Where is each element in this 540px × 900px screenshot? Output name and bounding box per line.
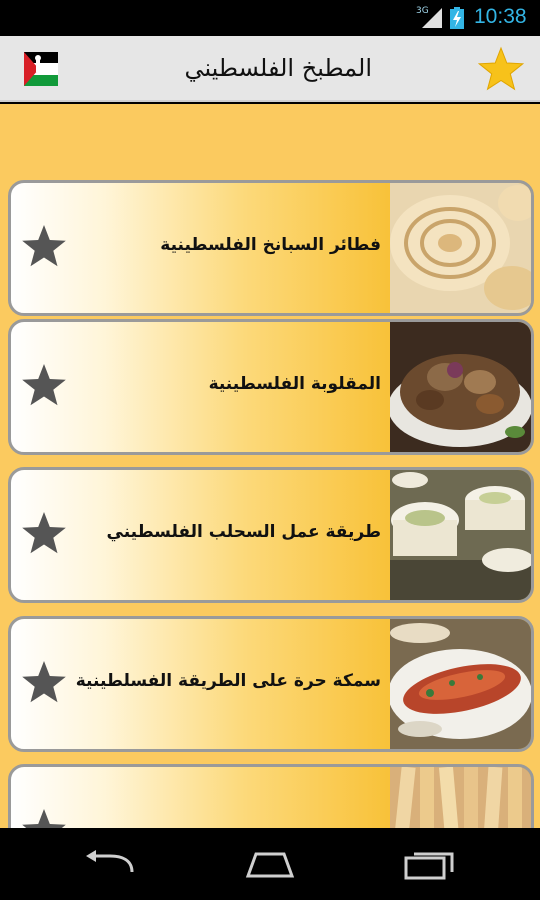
app-bar: المطبخ الفلسطيني xyxy=(0,36,540,102)
sahlab-photo xyxy=(390,470,531,600)
battery-charging-icon xyxy=(450,7,464,29)
status-bar: 3G 10:38 xyxy=(0,0,540,36)
recipe-title: طريقة عمل السحلب الفلسطيني xyxy=(106,522,381,542)
star-icon[interactable] xyxy=(21,807,67,828)
star-icon[interactable] xyxy=(21,659,67,705)
spicy-fish-photo xyxy=(390,619,531,749)
star-icon[interactable] xyxy=(21,362,67,408)
recipe-card[interactable]: فطائر السبانخ الفلسطينية xyxy=(8,180,534,316)
favorites-star-icon[interactable] xyxy=(478,46,524,92)
page-title: المطبخ الفلسطيني xyxy=(184,54,372,82)
clock: 10:38 xyxy=(474,5,527,28)
back-icon[interactable] xyxy=(82,850,138,880)
recipe-card[interactable]: سمكة حرة على الطريقة الفسلطينية xyxy=(8,616,534,752)
recipe-title: المقلوبة الفلسطينية xyxy=(208,374,381,394)
star-icon[interactable] xyxy=(21,223,67,269)
pastry-sticks-photo xyxy=(390,767,531,828)
recipe-list[interactable]: فطائر السبانخ الفلسطينية المقلوبة الفلسط… xyxy=(0,104,540,828)
recipe-title: فطائر السبانخ الفلسطينية xyxy=(160,235,381,255)
spinach-pastry-photo xyxy=(390,183,531,313)
recipe-title: سمكة حرة على الطريقة الفسلطينية xyxy=(75,671,381,691)
recipe-card[interactable]: طريقة عمل السحلب الفلسطيني xyxy=(8,467,534,603)
navigation-bar xyxy=(0,828,540,900)
recents-icon[interactable] xyxy=(402,850,458,880)
maqluba-photo xyxy=(390,322,531,452)
recipe-card[interactable] xyxy=(8,764,534,828)
recipe-card[interactable]: المقلوبة الفلسطينية xyxy=(8,319,534,455)
home-icon[interactable] xyxy=(242,850,298,880)
star-icon[interactable] xyxy=(21,510,67,556)
palestine-flag-icon xyxy=(24,52,58,86)
signal-icon xyxy=(422,8,442,28)
